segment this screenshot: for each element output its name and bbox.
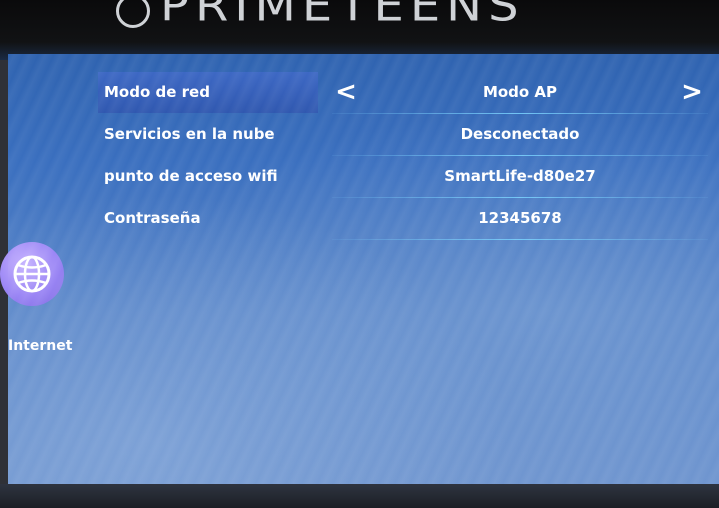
cloud-services-value: Desconectado — [460, 125, 580, 143]
globe-icon — [13, 255, 51, 293]
internet-nav-label[interactable]: Internet — [8, 338, 72, 354]
device-screen: Modo de red < Modo AP > Servicios en la … — [0, 54, 719, 484]
password-label[interactable]: Contraseña — [98, 198, 318, 239]
device-photo: PRIMETEENS Modo de red < Modo AP > Servi… — [0, 0, 719, 508]
setting-row-cloud-services[interactable]: Servicios en la nube Desconectado — [98, 114, 718, 156]
wifi-hotspot-value: SmartLife-d80e27 — [444, 167, 596, 185]
chevron-right-icon[interactable]: > — [680, 72, 704, 113]
network-settings-panel: Modo de red < Modo AP > Servicios en la … — [98, 72, 718, 240]
device-header: PRIMETEENS — [0, 0, 719, 60]
setting-row-password[interactable]: Contraseña 12345678 — [98, 198, 718, 240]
network-mode-value[interactable]: Modo AP — [332, 72, 708, 113]
device-bottom-bezel — [0, 484, 719, 508]
row-divider — [332, 239, 708, 240]
internet-nav-button[interactable] — [0, 242, 64, 306]
password-value: 12345678 — [478, 209, 562, 227]
setting-row-network-mode[interactable]: Modo de red < Modo AP > — [98, 72, 718, 114]
brand-name: PRIMETEENS — [160, 0, 525, 32]
network-mode-label[interactable]: Modo de red — [98, 72, 318, 113]
setting-row-wifi-hotspot[interactable]: punto de acceso wifi SmartLife-d80e27 — [98, 156, 718, 198]
brand-logo-icon — [116, 0, 150, 28]
wifi-hotspot-label[interactable]: punto de acceso wifi — [98, 156, 318, 197]
cloud-services-label[interactable]: Servicios en la nube — [98, 114, 318, 155]
